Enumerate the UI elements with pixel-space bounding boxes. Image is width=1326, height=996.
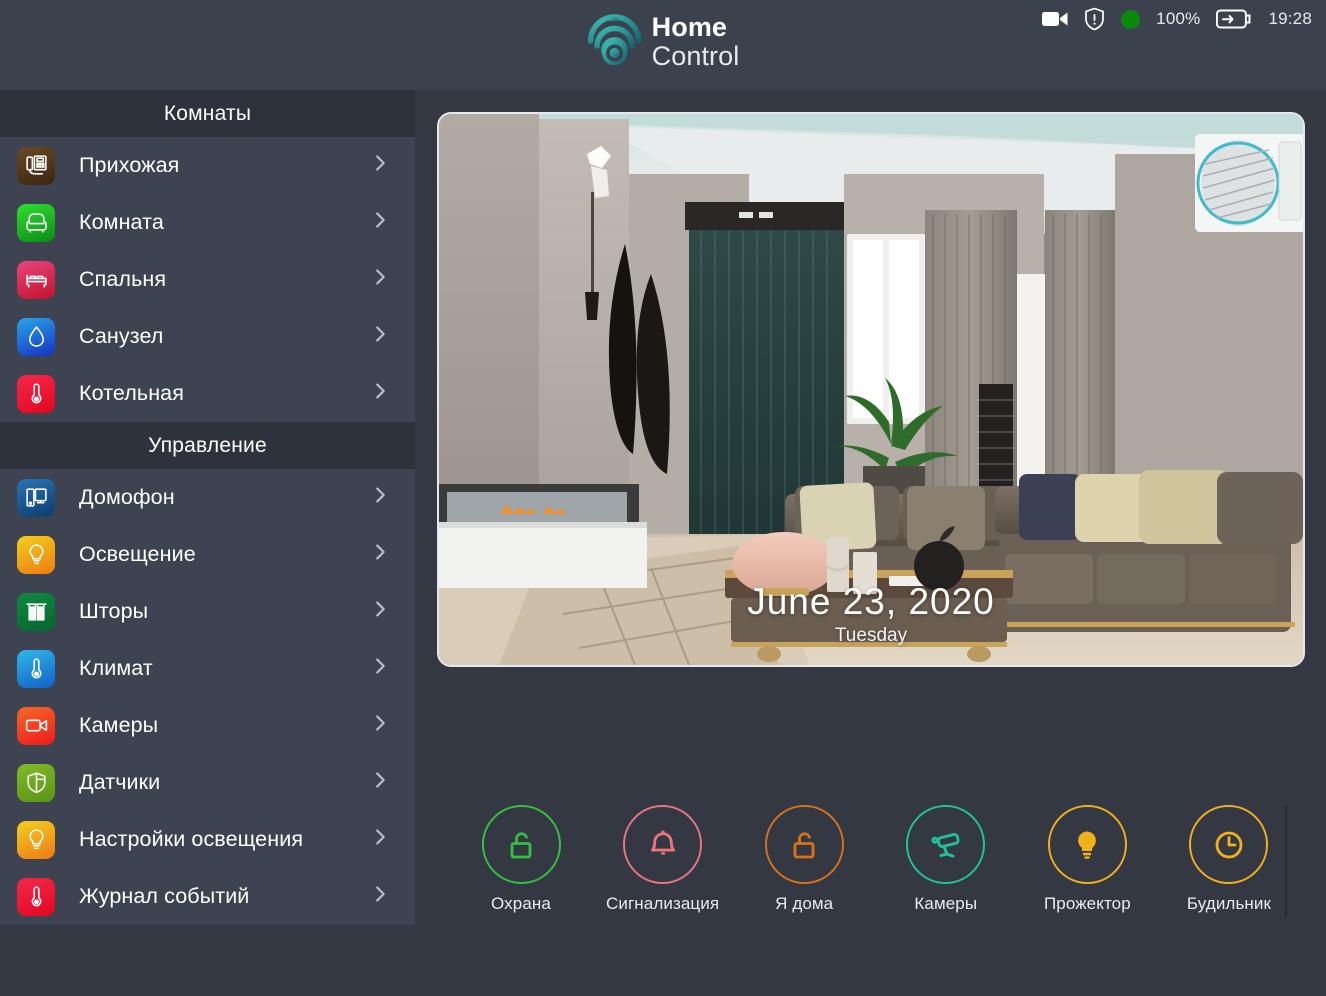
lightbulb-icon bbox=[17, 820, 55, 859]
chevron-right-icon bbox=[369, 598, 391, 625]
sidebar-item-label: Климат bbox=[79, 656, 153, 680]
chevron-right-icon bbox=[369, 826, 391, 853]
sidebar-item-камеры[interactable]: Камеры bbox=[0, 697, 415, 754]
sidebar-item-климат[interactable]: Климат bbox=[0, 640, 415, 697]
sidebar: Комнаты Прихожая Комната Спальня Санузел … bbox=[0, 90, 415, 996]
sidebar-item-label: Освещение bbox=[79, 542, 196, 566]
chevron-right-icon bbox=[369, 380, 391, 407]
sidebar-item-label: Датчики bbox=[79, 770, 161, 794]
chevron-right-icon bbox=[369, 323, 391, 350]
sidebar-item-label: Домофон bbox=[79, 485, 175, 509]
sidebar-item-label: Комната bbox=[79, 210, 164, 234]
chevron-right-icon bbox=[369, 541, 391, 568]
sidebar-item-label: Настройки освещения bbox=[79, 827, 304, 851]
chevron-right-icon bbox=[369, 152, 391, 179]
photo-image bbox=[439, 114, 1303, 665]
home-control-logo-icon bbox=[587, 13, 643, 70]
sidebar-item-настройки-освещения[interactable]: Настройки освещения bbox=[0, 811, 415, 868]
curtains-icon bbox=[17, 592, 55, 631]
status-bar: 100% 19:28 bbox=[1042, 0, 1312, 38]
shield-alert-icon[interactable] bbox=[1084, 7, 1105, 31]
quick-action-будильник[interactable]: Будильник bbox=[1163, 805, 1295, 914]
logo-line-2: Control bbox=[651, 40, 740, 71]
vertical-scrollbar[interactable] bbox=[1285, 805, 1287, 917]
sidebar-item-шторы[interactable]: Шторы bbox=[0, 583, 415, 640]
alarm-clock-icon bbox=[1189, 805, 1269, 884]
thermometer-icon bbox=[17, 877, 55, 916]
sidebar-item-label: Камеры bbox=[79, 713, 159, 737]
main-panel: June 23, 2020 Tuesday Охрана Сигнализаци… bbox=[415, 90, 1326, 996]
top-bar: 100% 19:28 Home Control bbox=[0, 0, 1326, 90]
intercom-phone-icon bbox=[17, 146, 55, 185]
chevron-right-icon bbox=[369, 712, 391, 739]
quick-action-я-дома[interactable]: Я дома bbox=[738, 805, 870, 914]
recording-dot-icon[interactable] bbox=[1121, 9, 1141, 29]
shield-sensor-icon bbox=[17, 763, 55, 802]
armchair-icon bbox=[17, 203, 55, 242]
app-logo: Home Control bbox=[587, 13, 740, 70]
sidebar-section-list: Прихожая Комната Спальня Санузел Котельна… bbox=[0, 137, 415, 422]
sidebar-item-label: Котельная bbox=[79, 381, 184, 405]
quick-action-label: Охрана bbox=[491, 894, 551, 913]
cctv-camera-icon bbox=[906, 805, 986, 884]
padlock-open-icon bbox=[764, 805, 844, 884]
sidebar-item-освещение[interactable]: Освещение bbox=[0, 526, 415, 583]
sidebar-item-домофон[interactable]: Домофон bbox=[0, 469, 415, 526]
sidebar-section-list: Домофон Освещение Шторы Климат Камеры Датч… bbox=[0, 469, 415, 925]
chevron-right-icon bbox=[369, 266, 391, 293]
bed-icon bbox=[17, 260, 55, 299]
battery-percent-label: 100% bbox=[1156, 9, 1201, 28]
living-room-photo[interactable]: June 23, 2020 Tuesday bbox=[437, 112, 1305, 667]
bell-icon bbox=[623, 805, 703, 884]
quick-action-прожектор[interactable]: Прожектор bbox=[1021, 805, 1153, 914]
lightbulb-solid-icon bbox=[1047, 805, 1127, 884]
sidebar-item-label: Санузел bbox=[79, 324, 164, 348]
sidebar-item-санузел[interactable]: Санузел bbox=[0, 308, 415, 365]
thermometer-icon bbox=[17, 374, 55, 413]
quick-action-label: Будильник bbox=[1186, 894, 1272, 913]
sidebar-item-label: Прихожая bbox=[79, 153, 180, 177]
quick-action-охрана[interactable]: Охрана bbox=[455, 805, 587, 914]
quick-action-label: Я дома bbox=[775, 894, 834, 913]
sidebar-section-header: Управление bbox=[0, 422, 415, 469]
chevron-right-icon bbox=[369, 769, 391, 796]
sidebar-item-label: Шторы bbox=[79, 599, 149, 623]
sidebar-item-датчики[interactable]: Датчики bbox=[0, 754, 415, 811]
video-camera-icon[interactable] bbox=[1042, 10, 1068, 28]
sidebar-item-label: Спальня bbox=[79, 267, 167, 291]
sidebar-item-комната[interactable]: Комната bbox=[0, 194, 415, 251]
sidebar-item-прихожая[interactable]: Прихожая bbox=[0, 137, 415, 194]
chevron-right-icon bbox=[369, 883, 391, 910]
quick-action-камеры[interactable]: Камеры bbox=[880, 805, 1012, 914]
quick-action-label: Прожектор bbox=[1043, 894, 1131, 913]
sidebar-item-label: Журнал событий bbox=[79, 884, 250, 908]
quick-actions: Охрана Сигнализация Я дома Камеры Прожекто… bbox=[455, 805, 1295, 914]
battery-charging-icon bbox=[1216, 9, 1252, 29]
thermometer-icon bbox=[17, 649, 55, 688]
chevron-right-icon bbox=[369, 484, 391, 511]
sidebar-section-header: Комнаты bbox=[0, 90, 415, 137]
chevron-right-icon bbox=[369, 209, 391, 236]
chevron-right-icon bbox=[369, 655, 391, 682]
logo-line-1: Home bbox=[651, 12, 728, 43]
clock-label: 19:28 bbox=[1268, 9, 1312, 28]
sidebar-item-котельная[interactable]: Котельная bbox=[0, 365, 415, 422]
quick-action-сигнализация[interactable]: Сигнализация bbox=[597, 805, 729, 914]
water-drop-icon bbox=[17, 317, 55, 356]
sidebar-item-спальня[interactable]: Спальня bbox=[0, 251, 415, 308]
intercom-monitor-icon bbox=[17, 478, 55, 517]
lightbulb-icon bbox=[17, 535, 55, 574]
padlock-open-icon bbox=[481, 805, 561, 884]
home-control-app: 100% 19:28 Home Control Комнаты Прихожая… bbox=[0, 0, 1326, 996]
sidebar-item-журнал-событий[interactable]: Журнал событий bbox=[0, 868, 415, 925]
quick-action-label: Сигнализация bbox=[606, 894, 720, 913]
quick-action-label: Камеры bbox=[914, 894, 978, 913]
video-camera-icon bbox=[17, 706, 55, 745]
